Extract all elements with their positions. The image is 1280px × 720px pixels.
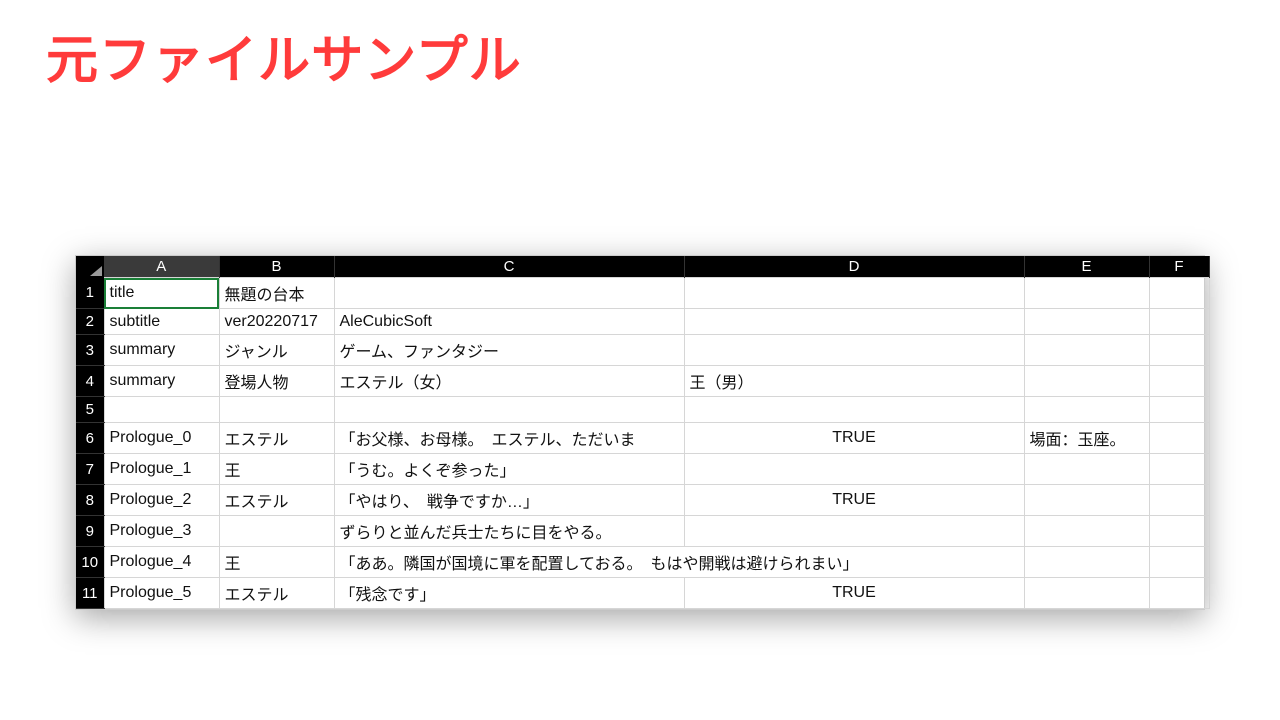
cell[interactable] — [1024, 309, 1149, 335]
row-header[interactable]: 11 — [76, 578, 104, 609]
cell[interactable] — [1024, 454, 1149, 485]
table-row: 5 — [76, 397, 1209, 423]
cell[interactable] — [1149, 366, 1209, 397]
cell[interactable]: エステル — [219, 485, 334, 516]
cell[interactable] — [1149, 454, 1209, 485]
cell[interactable] — [684, 309, 1024, 335]
cell[interactable] — [1024, 366, 1149, 397]
cell[interactable] — [219, 516, 334, 547]
table-row: 7 Prologue_1 王 「うむ。よくぞ参った」 — [76, 454, 1209, 485]
table-row: 3 summary ジャンル ゲーム、ファンタジー — [76, 335, 1209, 366]
cell[interactable] — [684, 397, 1024, 423]
cell[interactable] — [1149, 335, 1209, 366]
cell[interactable]: 無題の台本 — [219, 278, 334, 309]
cell[interactable] — [1024, 578, 1149, 609]
cell[interactable] — [684, 516, 1024, 547]
cell[interactable]: Prologue_5 — [104, 578, 219, 609]
col-header-F[interactable]: F — [1149, 256, 1209, 278]
row-header[interactable]: 7 — [76, 454, 104, 485]
cell[interactable] — [334, 278, 684, 309]
table-row: 11 Prologue_5 エステル 「残念です」 TRUE — [76, 578, 1209, 609]
row-header[interactable]: 4 — [76, 366, 104, 397]
cell[interactable]: 王（男） — [684, 366, 1024, 397]
row-header[interactable]: 2 — [76, 309, 104, 335]
cell[interactable]: Prologue_0 — [104, 423, 219, 454]
cell[interactable] — [1024, 516, 1149, 547]
table-row: 8 Prologue_2 エステル 「やはり、 戦争ですか…」 TRUE — [76, 485, 1209, 516]
cell[interactable] — [219, 397, 334, 423]
cell-A1[interactable]: title — [104, 278, 219, 309]
cell[interactable]: 「ああ。隣国が国境に軍を配置しておる。 もはや開戦は避けられまい」 — [334, 547, 1024, 578]
cell[interactable] — [1149, 547, 1209, 578]
table-row: 6 Prologue_0 エステル 「お父様、お母様。 エステル、ただいま TR… — [76, 423, 1209, 454]
cell[interactable]: 場面：玉座。 — [1024, 423, 1149, 454]
row-header[interactable]: 3 — [76, 335, 104, 366]
col-header-D[interactable]: D — [684, 256, 1024, 278]
cell[interactable] — [334, 397, 684, 423]
column-header-row: A B C D E F — [76, 256, 1209, 278]
cell[interactable]: エステル（女） — [334, 366, 684, 397]
cell[interactable] — [1024, 485, 1149, 516]
select-all-corner[interactable] — [76, 256, 104, 278]
cell[interactable]: subtitle — [104, 309, 219, 335]
row-header[interactable]: 6 — [76, 423, 104, 454]
cell[interactable] — [1149, 309, 1209, 335]
cell[interactable]: Prologue_1 — [104, 454, 219, 485]
cell[interactable]: エステル — [219, 578, 334, 609]
row-header[interactable]: 9 — [76, 516, 104, 547]
cell[interactable]: TRUE — [684, 485, 1024, 516]
cell[interactable]: 「やはり、 戦争ですか…」 — [334, 485, 684, 516]
cell[interactable] — [104, 397, 219, 423]
page-title: 元ファイルサンプル — [0, 0, 1280, 93]
cell[interactable]: ジャンル — [219, 335, 334, 366]
row-header[interactable]: 10 — [76, 547, 104, 578]
spreadsheet-grid[interactable]: A B C D E F 1 title 無題の台本 2 subtitle v — [76, 256, 1210, 609]
cell[interactable]: summary — [104, 335, 219, 366]
cell[interactable] — [1149, 516, 1209, 547]
spreadsheet[interactable]: A B C D E F 1 title 無題の台本 2 subtitle v — [75, 255, 1205, 610]
cell[interactable]: summary — [104, 366, 219, 397]
cell[interactable] — [684, 335, 1024, 366]
cell[interactable]: 王 — [219, 454, 334, 485]
col-header-B[interactable]: B — [219, 256, 334, 278]
cell[interactable] — [1149, 485, 1209, 516]
cell[interactable]: 「うむ。よくぞ参った」 — [334, 454, 684, 485]
col-header-A[interactable]: A — [104, 256, 219, 278]
cell[interactable] — [1149, 278, 1209, 309]
cell[interactable]: Prologue_3 — [104, 516, 219, 547]
cell[interactable]: TRUE — [684, 578, 1024, 609]
table-row: 2 subtitle ver20220717 AleCubicSoft — [76, 309, 1209, 335]
cell[interactable]: Prologue_2 — [104, 485, 219, 516]
col-header-E[interactable]: E — [1024, 256, 1149, 278]
table-row: 10 Prologue_4 王 「ああ。隣国が国境に軍を配置しておる。 もはや開… — [76, 547, 1209, 578]
col-header-C[interactable]: C — [334, 256, 684, 278]
table-row: 1 title 無題の台本 — [76, 278, 1209, 309]
cell[interactable] — [1024, 547, 1149, 578]
cell[interactable] — [684, 278, 1024, 309]
cell[interactable]: TRUE — [684, 423, 1024, 454]
row-header[interactable]: 5 — [76, 397, 104, 423]
cell[interactable]: ゲーム、ファンタジー — [334, 335, 684, 366]
cell[interactable]: ずらりと並んだ兵士たちに目をやる。 — [334, 516, 684, 547]
cell[interactable] — [1149, 397, 1209, 423]
cell[interactable]: AleCubicSoft — [334, 309, 684, 335]
cell[interactable] — [1024, 335, 1149, 366]
cell[interactable] — [1024, 397, 1149, 423]
cell[interactable]: Prologue_4 — [104, 547, 219, 578]
table-row: 9 Prologue_3 ずらりと並んだ兵士たちに目をやる。 — [76, 516, 1209, 547]
table-row: 4 summary 登場人物 エステル（女） 王（男） — [76, 366, 1209, 397]
row-header[interactable]: 8 — [76, 485, 104, 516]
cell[interactable] — [1024, 278, 1149, 309]
cell[interactable]: 王 — [219, 547, 334, 578]
cell[interactable]: ver20220717 — [219, 309, 334, 335]
row-header[interactable]: 1 — [76, 278, 104, 309]
cell[interactable]: エステル — [219, 423, 334, 454]
cell[interactable]: 「お父様、お母様。 エステル、ただいま — [334, 423, 684, 454]
cell[interactable] — [1149, 578, 1209, 609]
cell[interactable] — [684, 454, 1024, 485]
cell[interactable] — [1149, 423, 1209, 454]
cell[interactable]: 登場人物 — [219, 366, 334, 397]
cell[interactable]: 「残念です」 — [334, 578, 684, 609]
